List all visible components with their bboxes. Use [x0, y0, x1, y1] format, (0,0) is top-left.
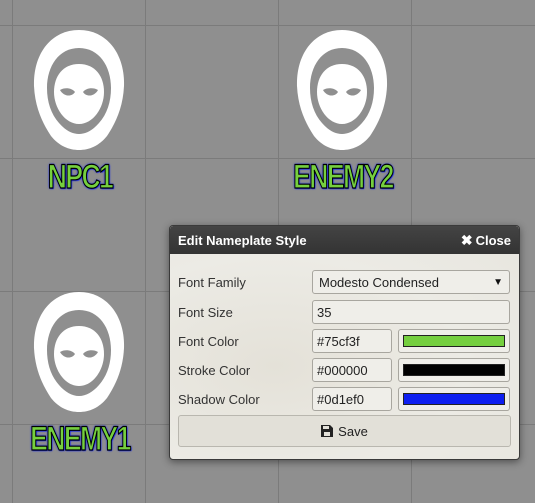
shadow-color-label: Shadow Color — [178, 391, 260, 407]
stroke-color-input[interactable]: #000000 — [312, 358, 392, 382]
shadow-color-swatch — [403, 393, 505, 405]
save-label: Save — [338, 423, 368, 439]
shadow-color-picker[interactable] — [398, 387, 510, 411]
font-size-row: Font Size 35 — [178, 299, 511, 325]
shadow-color-input[interactable]: #0d1ef0 — [312, 387, 392, 411]
nameplate-enemy2: ENEMY2 — [293, 157, 395, 196]
font-color-picker[interactable] — [398, 329, 510, 353]
stroke-color-label: Stroke Color — [178, 362, 251, 378]
font-size-input[interactable]: 35 — [312, 300, 510, 324]
edit-nameplate-dialog: Edit Nameplate Style ✖ Close Font Family… — [169, 225, 520, 460]
font-color-input[interactable]: #75cf3f — [312, 329, 392, 353]
dialog-titlebar[interactable]: Edit Nameplate Style ✖ Close — [170, 226, 519, 254]
shadow-color-row: Shadow Color #0d1ef0 — [178, 386, 511, 412]
font-color-swatch — [403, 335, 505, 347]
stroke-color-swatch — [403, 364, 505, 376]
hooded-figure-icon — [29, 290, 129, 412]
floppy-disk-icon — [321, 425, 334, 437]
token-npc1[interactable] — [29, 28, 129, 150]
save-button[interactable]: Save — [178, 415, 511, 447]
stroke-color-row: Stroke Color #000000 — [178, 357, 511, 383]
hooded-figure-icon — [29, 28, 129, 150]
dialog-title: Edit Nameplate Style — [178, 232, 307, 248]
chevron-down-icon: ▼ — [493, 276, 503, 288]
close-label: Close — [475, 232, 511, 248]
font-color-label: Font Color — [178, 333, 239, 349]
stroke-color-picker[interactable] — [398, 358, 510, 382]
font-family-value: Modesto Condensed — [319, 274, 439, 290]
hooded-figure-icon — [292, 28, 392, 150]
close-icon: ✖ — [460, 232, 473, 248]
nameplate-enemy1: ENEMY1 — [30, 419, 132, 458]
font-family-label: Font Family — [178, 274, 246, 290]
font-size-label: Font Size — [178, 304, 233, 320]
font-family-row: Font Family Modesto Condensed ▼ — [178, 269, 511, 295]
close-button[interactable]: ✖ Close — [461, 233, 511, 248]
token-enemy1[interactable] — [29, 290, 129, 412]
font-family-select[interactable]: Modesto Condensed ▼ — [312, 270, 510, 294]
nameplate-npc1: NPC1 — [47, 157, 114, 196]
token-enemy2[interactable] — [292, 28, 392, 150]
font-color-row: Font Color #75cf3f — [178, 328, 511, 354]
